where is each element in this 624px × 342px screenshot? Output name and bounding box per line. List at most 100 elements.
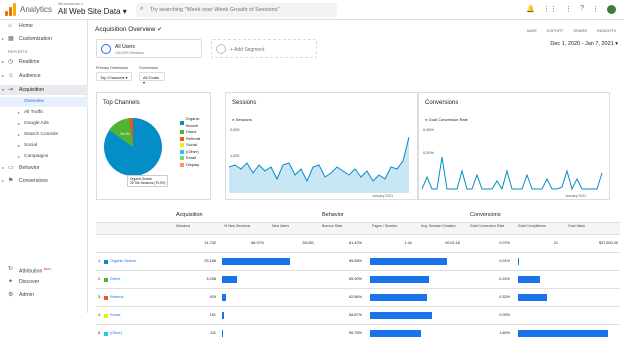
conversions-line-chart[interactable] [422, 127, 608, 193]
total-avg-duration: 00:01:16 [445, 241, 460, 245]
more-options-icon[interactable]: ⋮ [592, 5, 599, 14]
search-icon: ⌕ [140, 6, 144, 12]
total-bounce-rate: 81.42% [349, 241, 362, 245]
row-sessions-bar [222, 294, 226, 301]
table-row: 3. Referral 929 62.86% 0.32% [96, 288, 620, 306]
share-button[interactable]: SHARE [573, 28, 587, 33]
row-conv-rate: 0.24% [499, 277, 510, 281]
primary-dimension-label: Primary Dimension [96, 66, 129, 70]
sidebar-item-discover[interactable]: ✦ Discover [0, 277, 88, 287]
total-goal-conv-rate: 0.07% [499, 241, 510, 245]
sidebar-item-audience[interactable]: ▸ ☺ Audience [0, 71, 88, 81]
search-box[interactable]: ⌕ Try searching "Week over Week Growth o… [136, 3, 337, 17]
row-sessions-bar [222, 312, 224, 319]
legend-swatch [180, 162, 184, 167]
home-icon: ⌂ [8, 23, 12, 29]
primary-dimension-select[interactable]: Top Channels ▾ [96, 72, 132, 81]
sidebar-item-home[interactable]: ⌂ Home [0, 21, 88, 31]
chevron-right-icon: ▸ [2, 59, 5, 64]
apps-grid-icon[interactable]: ⋮⋮ [543, 5, 557, 14]
row-channel-link[interactable]: Referral [110, 295, 124, 299]
sessions-x-label: January 2021 [372, 194, 394, 198]
flag-icon: ⚑ [8, 178, 14, 184]
row-channel-link[interactable]: Direct [110, 277, 120, 281]
col-pages-session[interactable]: Pages / Session [372, 224, 397, 228]
search-placeholder: Try searching "Week over Week Growth of … [150, 7, 280, 13]
analytics-logo-icon[interactable] [5, 3, 17, 16]
channels-pie-chart[interactable]: 16.4% [101, 115, 165, 179]
segment-circle-icon [216, 44, 226, 54]
segment-all-users[interactable]: All Users 100.00% Sessions [96, 39, 202, 58]
col-new-users[interactable]: New Users [272, 224, 289, 228]
lightbulb-icon: ✦ [8, 279, 14, 285]
sessions-line-chart[interactable] [229, 127, 415, 193]
row-color-swatch [104, 332, 108, 336]
legend-swatch [180, 156, 184, 161]
more-vert-icon[interactable]: ⋮ [565, 5, 572, 14]
add-segment-button[interactable]: + Add Segment [211, 39, 317, 58]
row-channel-link[interactable]: Organic Search [110, 259, 136, 263]
sidebar-sub-campaigns[interactable]: ▸ Campaigns [0, 152, 88, 162]
sidebar-sub-google-ads[interactable]: ▸ Google Ads [0, 119, 88, 129]
row-index: 1. [98, 259, 102, 263]
behavior-icon: ▭ [8, 165, 14, 171]
col-goal-conv-rate[interactable]: Goal Conversion Rate [470, 224, 510, 228]
row-conv-rate: 0.00% [499, 313, 510, 317]
table-row: 5. (Other) 111 56.76% 1.80% [96, 324, 620, 342]
person-icon: ☺ [8, 73, 15, 79]
col-new-sessions[interactable]: % New Sessions [224, 224, 250, 228]
col-avg-duration[interactable]: Avg. Session Duration [421, 224, 461, 228]
sidebar: ⌂ Home ▸ ▦ Customization REPORTS ▸ ◷ Realtime… [0, 20, 88, 313]
col-goal-completions[interactable]: Goal Completions [518, 224, 546, 228]
account-breadcrumb[interactable]: All accounts > [58, 1, 83, 6]
conversions-legend: ● Goal Conversion Rate [425, 117, 468, 122]
sidebar-sub-all-traffic[interactable]: ▸ All Traffic [0, 108, 88, 118]
view-selector[interactable]: All Web Site Data ▾ [58, 7, 127, 16]
export-button[interactable]: EXPORT [547, 28, 563, 33]
row-channel-link[interactable]: (Other) [110, 331, 122, 335]
sidebar-sub-social[interactable]: ▸ Social [0, 141, 88, 151]
save-button[interactable]: SAVE [527, 28, 537, 33]
insights-button[interactable]: INSIGHTS [597, 28, 616, 33]
sidebar-item-conversions[interactable]: ▸ ⚑ Conversions [0, 176, 88, 186]
pie-direct-pct: 16.4% [120, 132, 130, 136]
col-goal-value[interactable]: Goal Value [568, 224, 585, 228]
sidebar-sub-search-console[interactable]: ▸ Search Console [0, 130, 88, 140]
row-channel-link[interactable]: Social [110, 313, 120, 317]
avatar[interactable] [607, 5, 616, 14]
group-conversions: Conversions [470, 212, 501, 218]
conversion-label: Conversion [139, 66, 159, 70]
row-index: 4. [98, 313, 102, 317]
sidebar-item-behavior[interactable]: ▸ ▭ Behavior [0, 163, 88, 173]
sidebar-item-realtime[interactable]: ▸ ◷ Realtime [0, 57, 88, 67]
app-title: Analytics [20, 5, 53, 14]
row-sessions-bar [222, 276, 238, 283]
col-bounce-rate[interactable]: Bounce Rate [322, 224, 342, 228]
row-color-swatch [104, 260, 108, 264]
col-sessions[interactable]: Sessions [176, 224, 190, 228]
main-content: Acquisition Overview ✔ SAVE EXPORT SHARE… [89, 20, 624, 337]
sidebar-sub-overview[interactable]: Overview [0, 97, 88, 107]
conversion-select[interactable]: All Goals ▾ [139, 72, 165, 85]
row-conv-bar [518, 330, 608, 337]
report-actions: SAVE EXPORT SHARE INSIGHTS [527, 28, 616, 33]
row-bounce-bar [370, 312, 433, 319]
row-conv-bar [518, 258, 519, 265]
row-sessions-bar [222, 258, 291, 265]
sidebar-item-acquisition[interactable]: ▾ ⇥ Acquisition [0, 85, 88, 95]
sidebar-item-attribution[interactable]: ↻ Attribution BETA [0, 264, 88, 275]
channels-legend: Organic Search Direct Referral Social (Other… [180, 116, 210, 168]
sidebar-item-admin[interactable]: ⚙ Admin [0, 290, 88, 300]
row-conv-rate: 0.32% [499, 295, 510, 299]
chevron-right-icon: ▸ [18, 143, 21, 148]
row-conv-rate: 1.80% [499, 331, 510, 335]
help-icon[interactable]: ? [580, 5, 584, 14]
sidebar-item-customization[interactable]: ▸ ▦ Customization [0, 34, 88, 44]
group-acquisition: Acquisition [176, 212, 203, 218]
segment-circle-icon [101, 44, 111, 54]
bell-icon[interactable]: 🔔 [526, 5, 535, 14]
table-row: 4. Social 151 68.87% 0.00% [96, 306, 620, 324]
date-range-picker[interactable]: Dec 1, 2020 - Jan 7, 2021 ▾ [550, 41, 618, 47]
conversions-card: Conversions ● Goal Conversion Rate 0.40%… [418, 92, 610, 200]
row-color-swatch [104, 314, 108, 318]
